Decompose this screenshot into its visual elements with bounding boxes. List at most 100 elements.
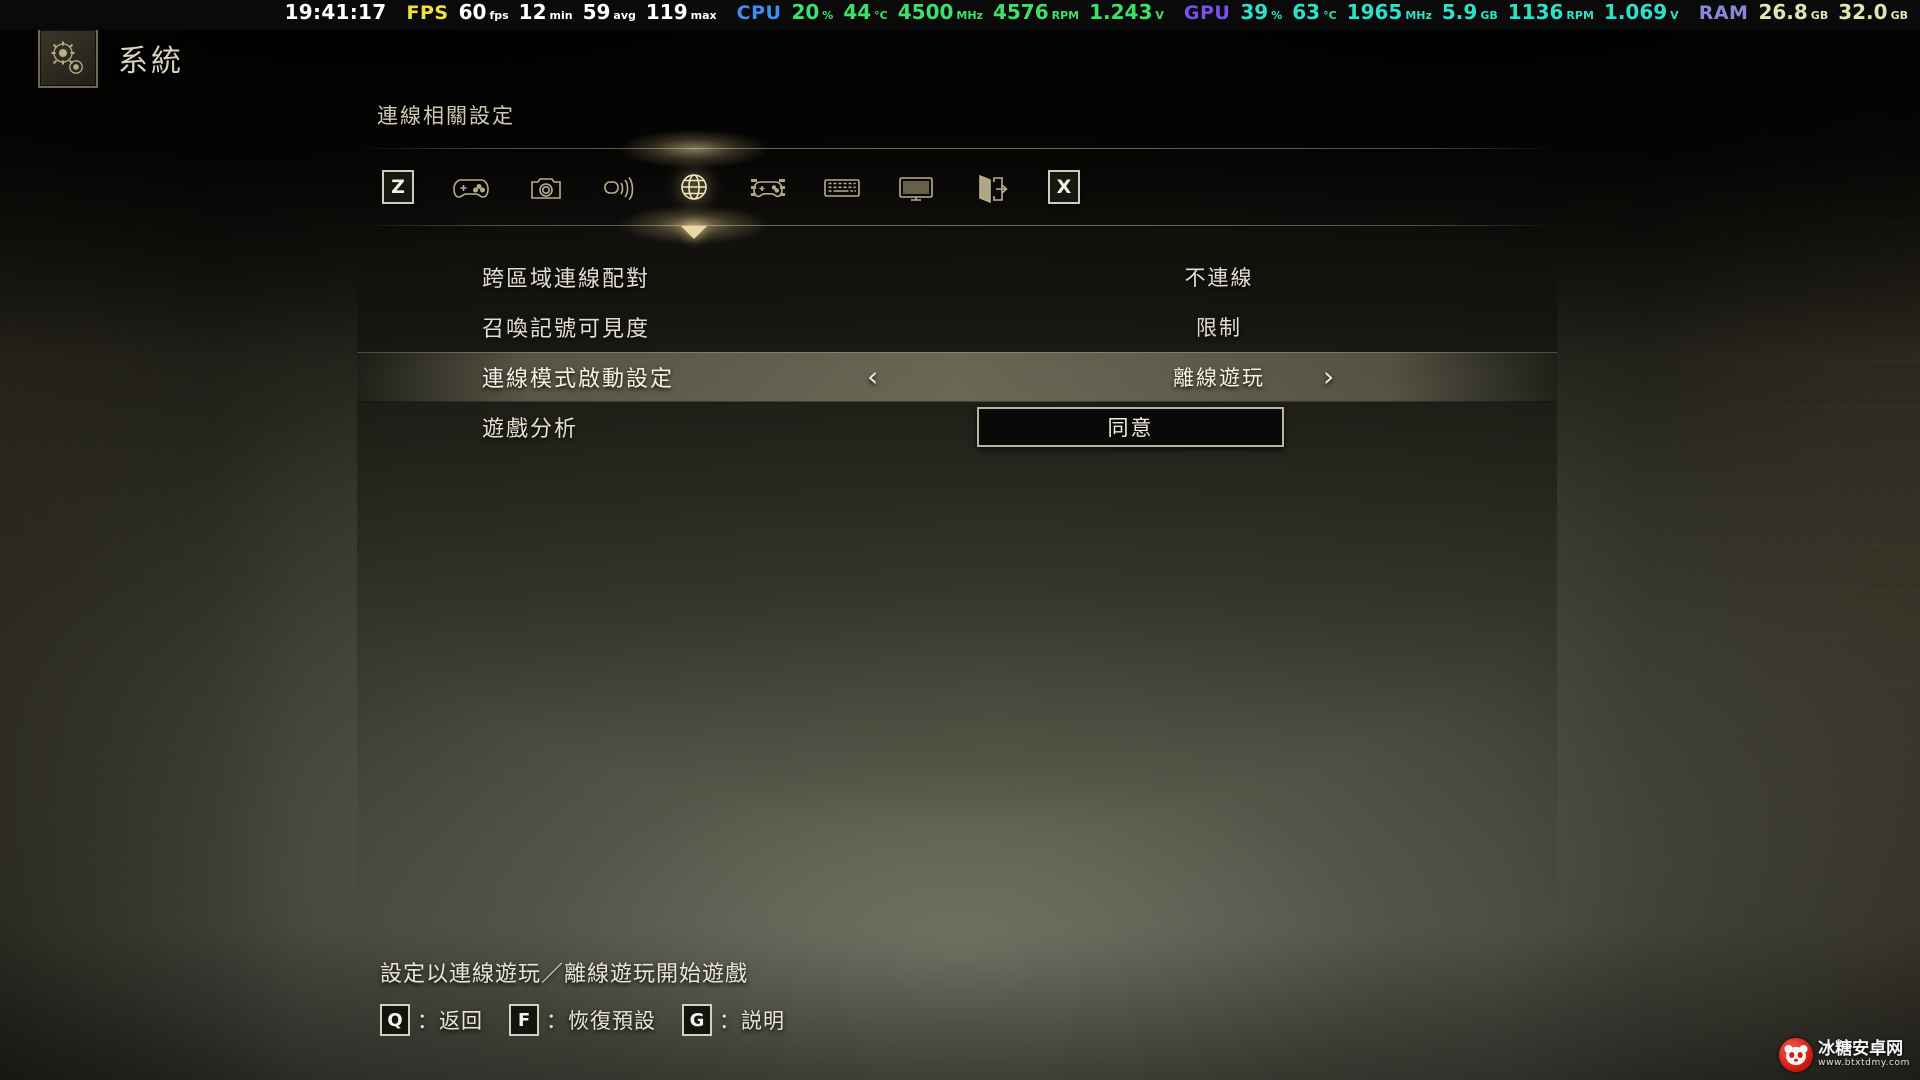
footer-key-action: ：返回 xyxy=(417,1009,483,1033)
hud-unit: GB xyxy=(1480,9,1498,22)
keycap-z-icon: Z xyxy=(382,170,414,204)
header-brand: 系統 xyxy=(38,28,184,88)
hud-unit: MHz xyxy=(1405,9,1432,22)
hud-group-label: CPU xyxy=(736,2,782,24)
tab-close[interactable]: X xyxy=(1027,156,1101,218)
hud-group-label: RAM xyxy=(1698,2,1749,24)
hud-value: 1965 xyxy=(1346,0,1403,24)
keycap-q-icon: Q xyxy=(380,1004,410,1036)
setting-row-game-analytics[interactable]: 遊戲分析 同意 xyxy=(357,402,1557,452)
section-title: 連線相關設定 xyxy=(377,104,515,128)
sound-icon xyxy=(600,169,640,205)
hud-unit: max xyxy=(690,9,717,22)
footer-key-f[interactable]: F ：恢復預設 xyxy=(509,1004,656,1036)
hud-value: 32.0 xyxy=(1838,0,1888,24)
setting-row-cross-region-matchmaking[interactable]: 跨區域連線配對 不連線 xyxy=(357,252,1557,302)
watermark-text: 冰糖安卓网 www.btxtdmy.com xyxy=(1818,1039,1910,1069)
setting-label: 連線模式啟動設定 xyxy=(482,367,675,392)
hud-sensor-groups: FPS 60 fps 12 min 59 avg 119 max CPU 20% 44 °C 4500 MH… xyxy=(387,0,1909,24)
setting-value-button[interactable]: 同意 xyxy=(977,407,1284,447)
setting-row-launch-mode[interactable]: 連線模式啟動設定 ‹ › 離線遊玩 xyxy=(357,352,1557,402)
controller-map-icon xyxy=(748,169,788,205)
setting-value-text: 同意 xyxy=(1107,416,1154,440)
tab-keyboard[interactable] xyxy=(805,156,879,218)
keycap-g-icon: G xyxy=(682,1004,712,1036)
tab-network[interactable] xyxy=(657,156,731,218)
active-tab-caret-icon xyxy=(681,226,707,239)
hud-unit: RPM xyxy=(1051,9,1080,22)
hud-value: 1.069 xyxy=(1603,0,1668,24)
settings-tabstrip: ZX xyxy=(357,122,1557,252)
footer-key-q[interactable]: Q ：返回 xyxy=(380,1004,483,1036)
hud-unit: V xyxy=(1155,9,1164,22)
hud-group-fps: FPS 60 fps 12 min 59 avg 119 max xyxy=(407,0,717,24)
settings-panel: 連線相關設定 ZX 跨區域連線配對 不連線 召喚記號可見度 限制 連線模式啟動設定 ‹ › 離… xyxy=(357,100,1557,452)
setting-label: 跨區域連線配對 xyxy=(482,267,651,292)
hud-value: 20 xyxy=(791,0,820,24)
hud-value: 4576 xyxy=(992,0,1049,24)
keycap-f-icon: F xyxy=(509,1004,539,1036)
tab-controller[interactable] xyxy=(731,156,805,218)
hud-group-label: FPS xyxy=(406,2,449,24)
hud-group-cpu: CPU 20% 44 °C 4500 MHz 4576 RPM 1.243 V xyxy=(737,0,1164,24)
exit-door-icon xyxy=(970,169,1010,205)
camera-icon xyxy=(526,169,566,205)
hud-value: 119 xyxy=(645,0,688,24)
hud-unit: min xyxy=(549,9,573,22)
hud-group-gpu: GPU 39% 63 °C 1965 MHz 5.9 GB 1136 RPM 1.069 V xyxy=(1184,0,1679,24)
setting-row-summon-sign-visibility[interactable]: 召喚記號可見度 限制 xyxy=(357,302,1557,352)
setting-label: 召喚記號可見度 xyxy=(482,317,651,342)
globe-icon xyxy=(674,169,714,205)
hud-value: 59 xyxy=(582,0,611,24)
hud-unit: % xyxy=(1271,9,1283,22)
keyboard-icon xyxy=(822,169,862,205)
hud-unit: % xyxy=(822,9,834,22)
setting-label: 遊戲分析 xyxy=(482,417,579,442)
hud-group-ram: RAM 26.8 GB 32.0 GB xyxy=(1699,0,1908,24)
footer-key-legend: Q ：返回 F ：恢復預設 G ：説明 xyxy=(380,1004,811,1036)
chevron-right-icon[interactable]: › xyxy=(1323,363,1334,391)
hud-clock: 19:41:17 xyxy=(284,0,387,24)
tab-audio[interactable] xyxy=(583,156,657,218)
hud-unit: °C xyxy=(1323,9,1337,22)
chevron-left-icon[interactable]: ‹ xyxy=(867,363,878,391)
hud-unit: GB xyxy=(1810,9,1829,22)
hud-value: 63 xyxy=(1292,0,1321,24)
hud-value: 4500 xyxy=(897,0,954,24)
settings-tabs: ZX xyxy=(357,149,1557,225)
footer-hint-text: 設定以連線遊玩／離線遊玩開始遊戲 xyxy=(380,962,749,987)
gamepad-icon xyxy=(452,169,492,205)
monitor-icon xyxy=(896,169,936,205)
keycap-x-icon: X xyxy=(1048,170,1080,204)
hud-group-label: GPU xyxy=(1183,2,1231,24)
footer-key-action: ：恢復預設 xyxy=(546,1009,656,1033)
tab-gamepad[interactable] xyxy=(435,156,509,218)
gears-icon xyxy=(38,28,98,88)
hud-value: 44 xyxy=(843,0,872,24)
watermark-site-url: www.btxtdmy.com xyxy=(1818,1058,1910,1069)
page-title: 系統 xyxy=(118,44,184,79)
game-settings-screen: 19:41:17 FPS 60 fps 12 min 59 avg 119 max CPU 20% 4… xyxy=(0,0,1920,1080)
settings-list: 跨區域連線配對 不連線 召喚記號可見度 限制 連線模式啟動設定 ‹ › 離線遊玩 遊戲分析 同意 xyxy=(357,252,1557,452)
tabstrip-bottom-rule xyxy=(357,225,1557,226)
hud-value: 12 xyxy=(518,0,547,24)
footer-key-action: ：説明 xyxy=(719,1009,785,1033)
tab-exit[interactable] xyxy=(953,156,1027,218)
tab-camera[interactable] xyxy=(509,156,583,218)
tab-keybind[interactable]: Z xyxy=(361,156,435,218)
watermark-site-name: 冰糖安卓网 xyxy=(1818,1039,1904,1060)
hud-unit: RPM xyxy=(1566,9,1594,22)
hud-value: 26.8 xyxy=(1758,0,1808,24)
hud-unit: fps xyxy=(489,9,509,22)
hud-value: 60 xyxy=(458,0,487,24)
hud-unit: V xyxy=(1670,9,1679,22)
hud-unit: GB xyxy=(1890,9,1908,22)
tab-display[interactable] xyxy=(879,156,953,218)
hud-value: 1.243 xyxy=(1089,0,1153,24)
footer-key-g[interactable]: G ：説明 xyxy=(682,1004,785,1036)
footer-help: 設定以連線遊玩／離線遊玩開始遊戲 Q ：返回 F ：恢復預設 G ：説明 xyxy=(380,956,811,1036)
panda-logo-icon xyxy=(1779,1038,1814,1072)
hud-unit: avg xyxy=(613,9,636,22)
hud-value: 1136 xyxy=(1507,0,1564,24)
hardware-monitor-overlay: 19:41:17 FPS 60 fps 12 min 59 avg 119 max CPU 20% 4… xyxy=(0,0,1920,30)
